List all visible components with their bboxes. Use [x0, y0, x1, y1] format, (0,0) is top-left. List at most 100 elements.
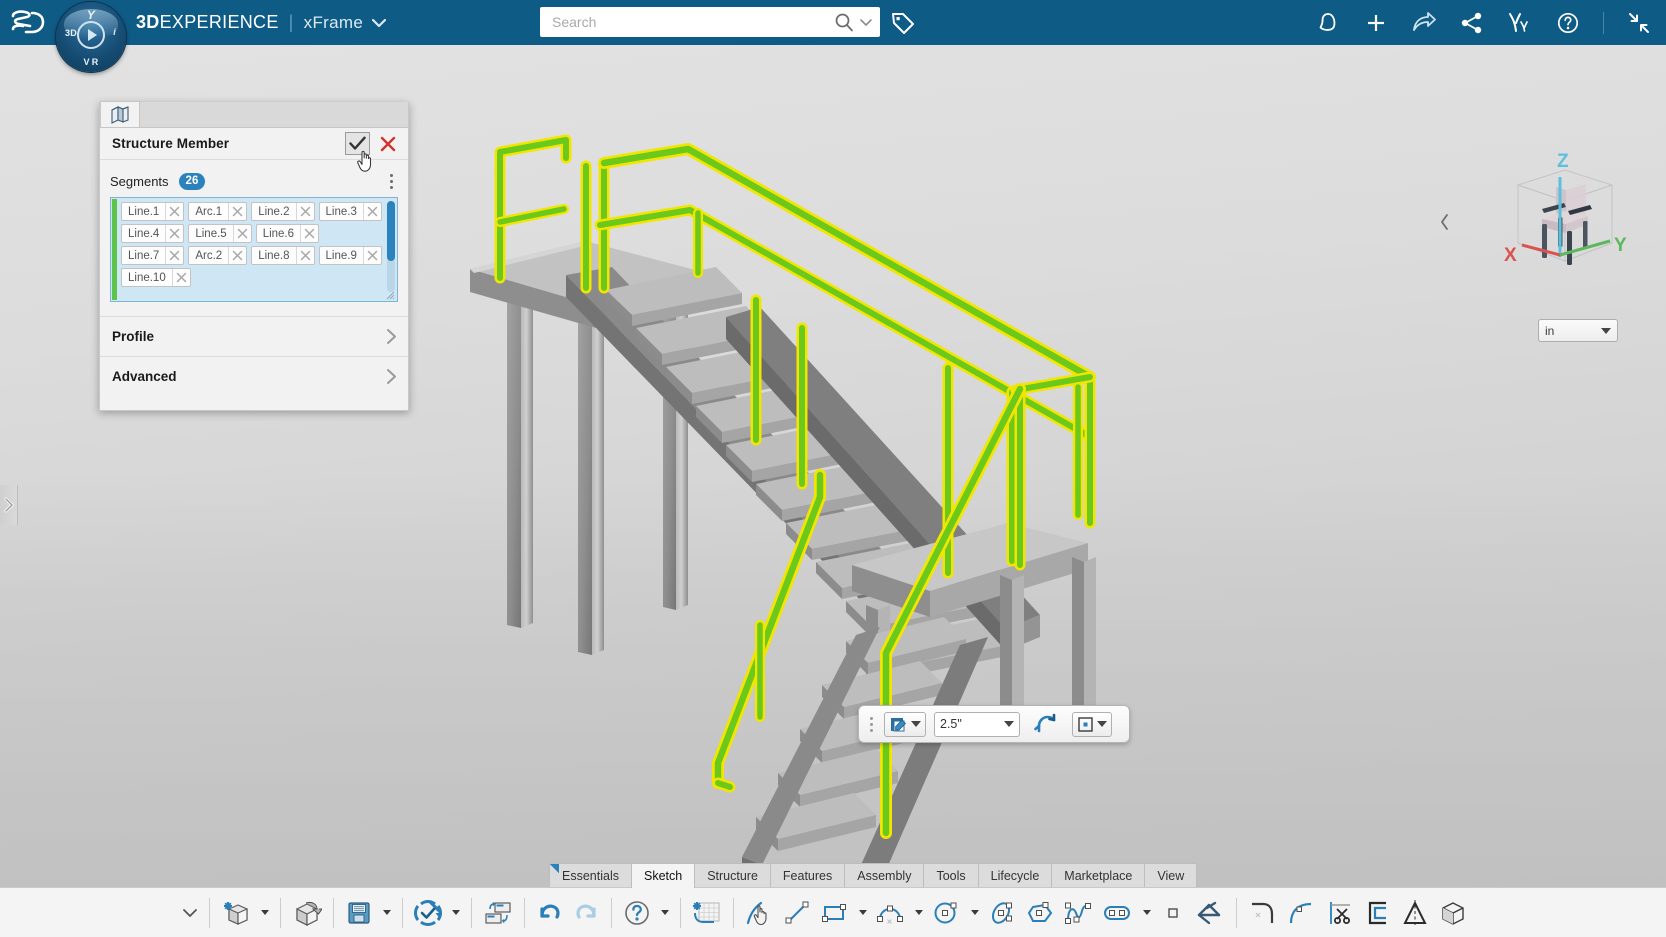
right-panel-collapse-handle[interactable] [1434, 205, 1456, 239]
update-dropdown[interactable] [446, 891, 464, 935]
segment-chip[interactable]: Arc.2 [188, 246, 247, 265]
help-dropdown[interactable] [655, 891, 673, 935]
search-chevron-down-icon[interactable] [858, 14, 874, 30]
remove-x-icon[interactable] [228, 203, 246, 220]
segment-chip[interactable]: Line.6 [256, 224, 319, 243]
search-input[interactable] [552, 14, 834, 30]
segment-chip[interactable]: Line.3 [319, 202, 382, 221]
compass-label-i[interactable]: i [113, 27, 116, 37]
help-question-icon[interactable] [619, 891, 655, 935]
remove-x-icon[interactable] [296, 203, 314, 220]
circle-icon[interactable] [927, 891, 965, 935]
section-advanced[interactable]: Advanced [100, 356, 408, 396]
search-icon[interactable] [834, 12, 854, 32]
chevron-down-icon[interactable] [372, 12, 386, 33]
3dplay-icon[interactable] [1507, 10, 1533, 36]
corner-fillet-icon[interactable] [1244, 891, 1282, 935]
remove-x-icon[interactable] [300, 225, 318, 242]
remove-x-icon[interactable] [172, 269, 190, 286]
segment-chip[interactable]: Line.9 [319, 246, 382, 265]
save-dropdown[interactable] [377, 891, 395, 935]
chevron-down-icon[interactable] [1097, 721, 1107, 727]
select-pointer-icon[interactable] [741, 891, 779, 935]
undo-icon[interactable] [532, 891, 568, 935]
confirm-ok-button[interactable] [345, 132, 370, 155]
rectangle-dropdown[interactable] [853, 891, 871, 935]
trim-scissors-icon[interactable] [1320, 891, 1358, 935]
offset-icon[interactable] [1358, 891, 1396, 935]
point-icon[interactable] [1155, 891, 1191, 935]
rotate-profile-button[interactable] [1028, 702, 1064, 746]
remove-x-icon[interactable] [296, 247, 314, 264]
tab-lifecycle[interactable]: Lifecycle [978, 863, 1053, 888]
notifications-bell-icon[interactable] [1315, 10, 1341, 36]
segments-scrollbar-thumb[interactable] [387, 201, 395, 261]
segment-chip[interactable]: Line.1 [121, 202, 184, 221]
update-refresh-icon[interactable] [410, 891, 446, 935]
section-profile[interactable]: Profile [100, 316, 408, 356]
segment-chip[interactable]: Line.4 [121, 224, 184, 243]
close-panel-button[interactable] [374, 132, 402, 155]
open-3d-part-icon[interactable] [288, 891, 326, 935]
tab-view[interactable]: View [1144, 863, 1197, 888]
redo-icon[interactable] [568, 891, 604, 935]
chevron-down-icon[interactable] [1004, 721, 1014, 727]
segments-list[interactable]: Line.1Arc.1Line.2Line.3Line.4Line.5Line.… [110, 197, 398, 302]
edit-sketch-button[interactable] [884, 712, 926, 737]
segment-chip[interactable]: Line.5 [188, 224, 251, 243]
size-value-field[interactable]: 2.5" [934, 712, 1020, 737]
remove-x-icon[interactable] [233, 225, 251, 242]
alignment-button[interactable] [1072, 712, 1112, 737]
mirror-icon[interactable] [1396, 891, 1434, 935]
isometric-cube-icon[interactable] [1434, 891, 1472, 935]
segment-chip[interactable]: Line.10 [121, 268, 191, 287]
add-plus-icon[interactable] [1363, 10, 1389, 36]
help-question-icon[interactable] [1555, 10, 1581, 36]
remove-x-icon[interactable] [165, 225, 183, 242]
search-box[interactable] [540, 7, 880, 37]
slot-dropdown[interactable] [1137, 891, 1155, 935]
compare-panels-icon[interactable] [479, 891, 517, 935]
segment-chip[interactable]: Line.2 [251, 202, 314, 221]
arc-dropdown[interactable] [909, 891, 927, 935]
more-options-icon[interactable] [384, 171, 398, 191]
drag-grip-icon[interactable] [867, 717, 876, 732]
social-network-icon[interactable] [1459, 10, 1485, 36]
remove-x-icon[interactable] [363, 247, 381, 264]
share-arrow-icon[interactable] [1411, 10, 1437, 36]
chevron-down-icon[interactable] [911, 721, 921, 727]
tab-marketplace[interactable]: Marketplace [1051, 863, 1145, 888]
spline-icon[interactable] [1059, 891, 1097, 935]
resize-grip-icon[interactable] [386, 291, 395, 300]
compass-label-vr[interactable]: V R [84, 57, 99, 67]
compass-label-3d[interactable]: 3D [65, 28, 77, 38]
sketch-grid-icon[interactable] [688, 891, 726, 935]
panel-tab-structure-member[interactable] [100, 101, 140, 127]
collapse-arrows-icon[interactable] [1626, 10, 1652, 36]
slot-icon[interactable] [1097, 891, 1137, 935]
new-3d-part-dropdown[interactable] [255, 891, 273, 935]
tab-structure[interactable]: Structure [694, 863, 771, 888]
rectangle-icon[interactable] [815, 891, 853, 935]
left-panel-expand-handle[interactable] [0, 485, 18, 525]
dimension-icon[interactable] [1191, 891, 1229, 935]
segment-chip[interactable]: Line.8 [251, 246, 314, 265]
tab-sketch[interactable]: Sketch [631, 863, 695, 888]
remove-x-icon[interactable] [228, 247, 246, 264]
fillet-arc-icon[interactable] [1282, 891, 1320, 935]
contextual-robot-toolbar[interactable]: 2.5" [858, 705, 1130, 743]
tab-assembly[interactable]: Assembly [844, 863, 924, 888]
segment-chip[interactable]: Line.7 [121, 246, 184, 265]
tag-icon[interactable] [888, 8, 918, 38]
dassault-systemes-logo[interactable] [0, 0, 56, 45]
remove-x-icon[interactable] [363, 203, 381, 220]
remove-x-icon[interactable] [165, 203, 183, 220]
toolbar-collapse-button[interactable] [178, 891, 202, 935]
new-3d-part-icon[interactable] [217, 891, 255, 935]
ellipse-icon[interactable] [983, 891, 1021, 935]
compass-play-button[interactable] [77, 21, 105, 49]
save-floppy-icon[interactable] [341, 891, 377, 935]
remove-x-icon[interactable] [165, 247, 183, 264]
circle-dropdown[interactable] [965, 891, 983, 935]
tab-features[interactable]: Features [770, 863, 845, 888]
